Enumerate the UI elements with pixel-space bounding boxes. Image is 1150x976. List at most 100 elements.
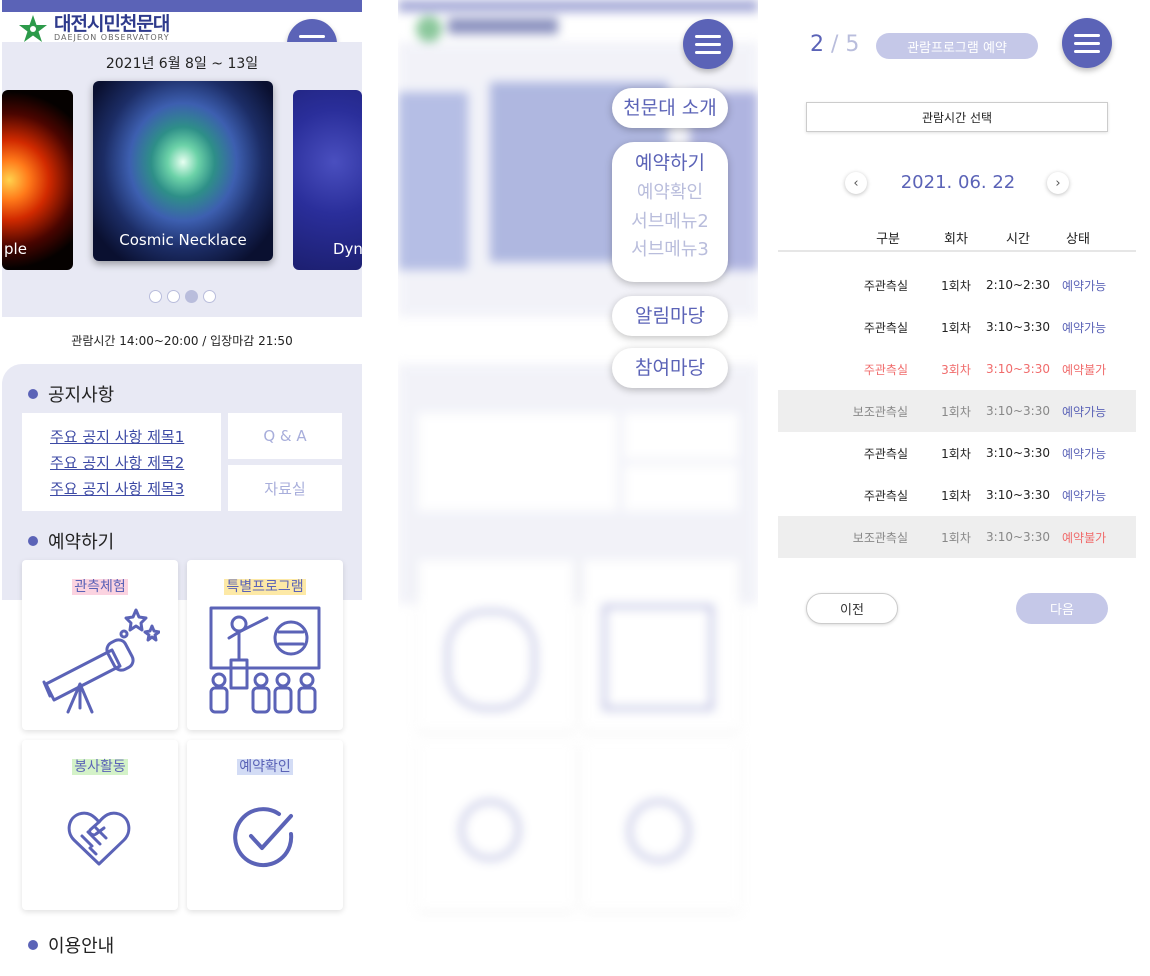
cell-status: 예약가능	[1062, 404, 1107, 419]
carousel-dot-active[interactable]	[184, 290, 198, 303]
table-row[interactable]: 주관측실 1회차 2:10~2:30 예약가능	[778, 264, 1136, 306]
step-current: 2	[810, 32, 824, 57]
section-title-notice: 공지사항	[28, 381, 114, 407]
menu-item-participate[interactable]: 참여마당	[612, 348, 728, 388]
cell-type: 주관측실	[863, 446, 908, 461]
bullet-icon	[28, 389, 38, 399]
submenu-reservation-check[interactable]: 예약확인	[612, 178, 728, 208]
handshake-heart-icon	[67, 811, 131, 866]
carousel-slide-active[interactable]: Cosmic Necklace	[93, 81, 273, 261]
table-row[interactable]: 보조관측실 1회차 3:10~3:30 예약불가	[778, 516, 1136, 558]
menu-item-reserve[interactable]: 예약하기 예약확인 서브메뉴2 서브메뉴3	[612, 142, 728, 282]
hamburger-menu-button[interactable]	[1062, 18, 1112, 68]
telescope-icon	[42, 608, 160, 714]
logo[interactable]: 대전시민천문대 DAEJEON OBSERVATORY	[18, 14, 170, 44]
cell-type: 주관측실	[863, 320, 908, 335]
card-label: 봉사활동	[72, 759, 128, 775]
qna-button[interactable]: Q & A	[228, 413, 342, 459]
cell-time: 3:10~3:30	[986, 446, 1050, 460]
slide-label: ple	[4, 240, 27, 258]
step-separator: /	[831, 32, 839, 57]
notice-link[interactable]: 주요 공지 사항 제목1	[50, 424, 221, 450]
menu-item-about[interactable]: 천문대 소개	[612, 88, 728, 128]
hamburger-icon	[1074, 33, 1100, 37]
carousel-slide[interactable]: Dyn	[293, 90, 362, 270]
exhibit-date: 2021년 6월 8일 ~ 13일	[105, 56, 259, 72]
opening-hours: 관람시간 14:00~20:00 / 입장마감 21:50	[71, 334, 293, 348]
table-header: 구분 회차 시간 상태	[778, 224, 1136, 252]
bullet-icon	[28, 536, 38, 546]
hamburger-icon	[299, 34, 325, 38]
submenu-3[interactable]: 서브메뉴3	[612, 236, 728, 264]
lecture-icon	[209, 606, 321, 714]
cell-round: 1회차	[941, 320, 971, 335]
cell-round: 1회차	[941, 404, 971, 419]
cell-status: 예약가능	[1062, 278, 1107, 293]
chevron-right-icon[interactable]: ›	[1047, 172, 1069, 194]
booking-screen: 2 / 5 관람프로그램 예약 관람시간 선택 2021. 06. 22 ‹ ›…	[778, 0, 1138, 976]
notice-list: 주요 공지 사항 제목1 주요 공지 사항 제목2 주요 공지 사항 제목3	[22, 413, 221, 511]
notice-link[interactable]: 주요 공지 사항 제목3	[50, 476, 221, 502]
cell-time: 3:10~3:30	[986, 320, 1050, 334]
cell-time: 3:10~3:30	[986, 362, 1050, 376]
carousel-dot[interactable]	[202, 290, 216, 303]
slide-label: Cosmic Necklace	[119, 231, 247, 249]
cell-type: 보조관측실	[852, 404, 908, 419]
cell-type: 보조관측실	[852, 530, 908, 545]
cell-status: 예약불가	[1062, 362, 1107, 377]
submenu-2[interactable]: 서브메뉴2	[612, 208, 728, 236]
carousel-dot[interactable]	[148, 290, 162, 303]
cell-status: 예약가능	[1062, 488, 1107, 503]
table-row[interactable]: 주관측실 1회차 3:10~3:30 예약가능	[778, 432, 1136, 474]
time-select-box[interactable]: 관람시간 선택	[806, 102, 1108, 132]
prev-button[interactable]: 이전	[806, 593, 898, 624]
notice-link[interactable]: 주요 공지 사항 제목2	[50, 450, 221, 476]
cell-round: 3회차	[941, 362, 971, 377]
cell-status: 예약가능	[1062, 320, 1107, 335]
bullet-icon	[28, 940, 38, 950]
cell-round: 1회차	[941, 446, 971, 461]
hamburger-icon	[695, 34, 721, 38]
chevron-left-icon[interactable]: ‹	[845, 172, 867, 194]
star-logo-icon	[19, 15, 47, 42]
top-accent-bar	[2, 0, 362, 12]
selected-date: 2021. 06. 22	[900, 172, 1016, 193]
table-row[interactable]: 주관측실 1회차 3:10~3:30 예약가능	[778, 474, 1136, 516]
carousel-dots	[2, 290, 362, 303]
carousel-slide[interactable]: ple	[2, 90, 73, 270]
menu-item-reserve-label: 예약하기	[635, 152, 705, 174]
section-title-guide: 이용안내	[28, 932, 114, 958]
card-label: 특별프로그램	[224, 579, 306, 595]
card-volunteer[interactable]: 봉사활동	[22, 740, 178, 910]
check-circle-icon	[233, 807, 294, 868]
next-button[interactable]: 다음	[1016, 593, 1108, 624]
card-special-program[interactable]: 특별프로그램	[187, 560, 343, 730]
carousel-dot[interactable]	[166, 290, 180, 303]
card-observation[interactable]: 관측체험	[22, 560, 178, 730]
cell-round: 1회차	[941, 278, 971, 293]
cell-time: 2:10~2:30	[986, 278, 1050, 292]
archive-button[interactable]: 자료실	[228, 465, 342, 511]
cell-round: 1회차	[941, 488, 971, 503]
table-row[interactable]: 주관측실 1회차 3:10~3:30 예약가능	[778, 306, 1136, 348]
card-label: 관측체험	[72, 579, 128, 595]
hamburger-menu-button[interactable]	[683, 19, 733, 69]
logo-title: 대전시민천문대	[54, 13, 170, 35]
cell-time: 3:10~3:30	[986, 530, 1050, 544]
menu-item-notice[interactable]: 알림마당	[612, 296, 728, 336]
cell-type: 주관측실	[863, 362, 908, 377]
cell-time: 3:10~3:30	[986, 404, 1050, 418]
card-label: 예약확인	[237, 759, 293, 775]
step-total: 5	[845, 32, 860, 57]
table-row[interactable]: 보조관측실 1회차 3:10~3:30 예약가능	[778, 390, 1136, 432]
slide-label: Dyn	[333, 240, 362, 258]
cell-status: 예약불가	[1062, 530, 1107, 545]
program-badge: 관람프로그램 예약	[876, 33, 1038, 59]
card-reservation-check[interactable]: 예약확인	[187, 740, 343, 910]
step-indicator: 2 / 5	[810, 32, 859, 57]
section-title-reserve: 예약하기	[28, 528, 114, 554]
cell-type: 주관측실	[863, 488, 908, 503]
table-row[interactable]: 주관측실 3회차 3:10~3:30 예약불가	[778, 348, 1136, 390]
menu-open-screen: 천문대 소개 예약하기 예약확인 서브메뉴2 서브메뉴3 알림마당 참여마당	[398, 0, 758, 976]
schedule-table: 구분 회차 시간 상태 주관측실 1회차 2:10~2:30 예약가능 주관측실 1회차 3…	[778, 224, 1136, 558]
